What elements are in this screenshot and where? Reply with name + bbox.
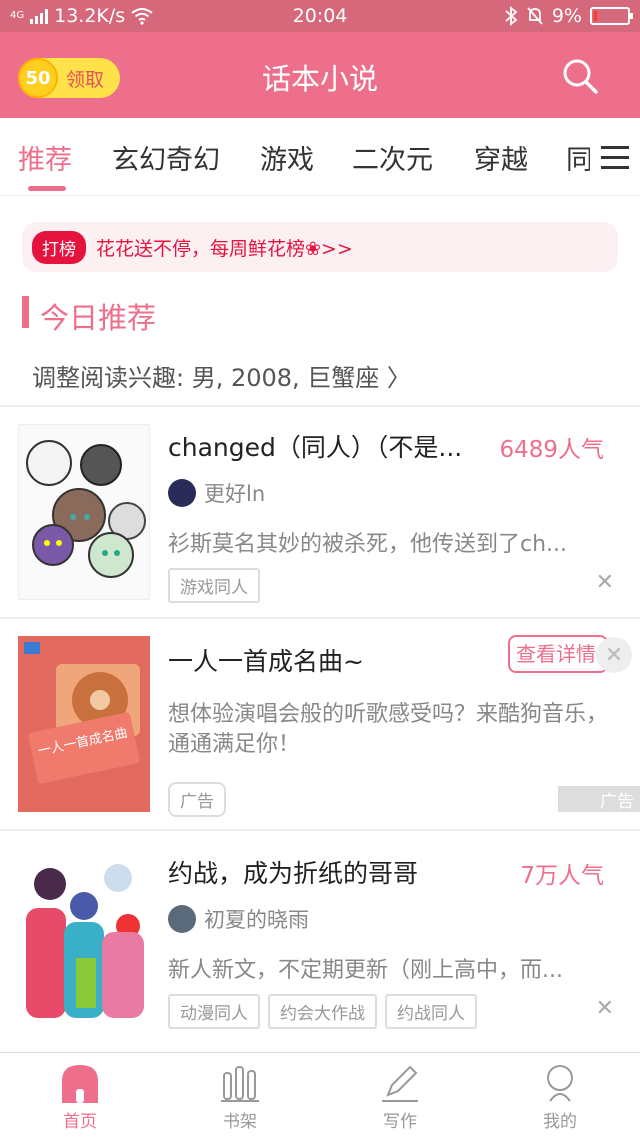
flower-ranking-banner[interactable]: 打榜 花花送不停，每周鲜花榜❀>> xyxy=(22,222,618,272)
search-icon[interactable] xyxy=(560,56,600,96)
ad-mark: 广告 xyxy=(558,786,640,812)
book-title: 约战，成为折纸的哥哥 xyxy=(168,859,419,888)
ad-tag: 广告 xyxy=(168,782,226,817)
tab-time-travel[interactable]: 穿越 xyxy=(474,138,528,177)
book-cover xyxy=(18,424,150,600)
bottom-navigation: 首页 书架 写作 我的 xyxy=(0,1052,640,1138)
book-title: changed（同人）（不是... xyxy=(168,433,463,462)
nav-home[interactable]: 首页 xyxy=(40,1063,120,1132)
tag-list: 游戏同人 xyxy=(168,568,260,603)
author-name: 更好ln xyxy=(204,482,266,506)
battery-icon xyxy=(590,7,633,25)
tag-list: 动漫同人 约会大作战 约战同人 xyxy=(168,994,477,1029)
active-tab-indicator xyxy=(28,186,66,191)
book-tag[interactable]: 游戏同人 xyxy=(168,568,260,603)
book-description: 衫斯莫名其妙的被杀死，他传送到了ch... xyxy=(168,532,568,557)
book-tag[interactable]: 约战同人 xyxy=(385,994,477,1029)
user-icon xyxy=(547,1065,573,1102)
popularity-count: 6489人气 xyxy=(499,437,604,463)
book-tag[interactable]: 约会大作战 xyxy=(268,994,377,1029)
close-icon[interactable]: ✕ xyxy=(596,570,614,595)
close-icon[interactable]: ✕ xyxy=(596,637,632,673)
author-name: 初夏的晓雨 xyxy=(204,908,309,932)
divider xyxy=(0,617,640,619)
battery-fill xyxy=(594,11,597,21)
nav-label: 写作 xyxy=(383,1112,417,1132)
menu-icon[interactable] xyxy=(590,118,640,195)
tab-games[interactable]: 游戏 xyxy=(260,138,314,177)
divider xyxy=(0,829,640,831)
author-row: 更好ln xyxy=(168,478,265,508)
nav-label: 我的 xyxy=(543,1112,577,1132)
author-row: 初夏的晓雨 xyxy=(168,904,309,934)
ad-title: 一人一首成名曲~ xyxy=(168,647,364,676)
battery-percent: 9% xyxy=(551,5,582,27)
mute-bell-icon xyxy=(527,7,543,25)
home-icon xyxy=(62,1065,98,1103)
app-title: 话本小说 xyxy=(261,62,378,96)
close-icon[interactable]: ✕ xyxy=(596,996,614,1021)
book-cover xyxy=(18,848,150,1024)
tag-list: 广告 xyxy=(168,782,226,817)
nav-bookshelf[interactable]: 书架 xyxy=(200,1063,280,1132)
divider xyxy=(0,405,640,407)
ad-mark-label: 广告 xyxy=(600,791,634,812)
nav-label: 首页 xyxy=(63,1112,97,1132)
adjust-interest-link[interactable]: 调整阅读兴趣: 男, 2008, 巨蟹座 〉 xyxy=(32,358,411,393)
ad-description: 想体验演唱会般的听歌感受吗？来酷狗音乐，通通满足你！ xyxy=(168,702,609,757)
status-bar: 4G 13.2K/s 20:04 9% xyxy=(0,0,640,32)
nav-write[interactable]: 写作 xyxy=(360,1063,440,1132)
nav-profile[interactable]: 我的 xyxy=(520,1063,600,1132)
ranking-tag: 打榜 xyxy=(32,230,86,264)
avatar xyxy=(168,479,196,507)
section-title: 今日推荐 xyxy=(40,301,157,335)
book-description: 新人新文，不定期更新（刚上高中，而... xyxy=(168,958,563,983)
banner-text: 花花送不停，每周鲜花榜❀>> xyxy=(96,237,353,260)
nav-label: 书架 xyxy=(223,1112,257,1132)
avatar xyxy=(168,905,196,933)
pen-icon xyxy=(382,1065,418,1102)
view-details-button[interactable]: 查看详情 xyxy=(508,635,608,673)
section-accent-bar xyxy=(22,296,29,328)
book-tag[interactable]: 动漫同人 xyxy=(168,994,260,1029)
tab-fanfic[interactable]: 同 xyxy=(566,138,593,177)
ad-cover: 一人一首成名曲 xyxy=(18,636,150,812)
bookshelf-icon xyxy=(221,1066,259,1102)
category-tabs: 推荐 玄幻奇幻 游戏 二次元 穿越 同 xyxy=(0,118,640,196)
tab-fantasy[interactable]: 玄幻奇幻 xyxy=(112,138,220,177)
tab-anime[interactable]: 二次元 xyxy=(352,138,433,177)
app-header: 50 领取 话本小说 xyxy=(0,32,640,118)
bluetooth-icon xyxy=(505,6,518,26)
tab-recommend[interactable]: 推荐 xyxy=(18,138,72,177)
popularity-count: 7万人气 xyxy=(520,863,604,889)
